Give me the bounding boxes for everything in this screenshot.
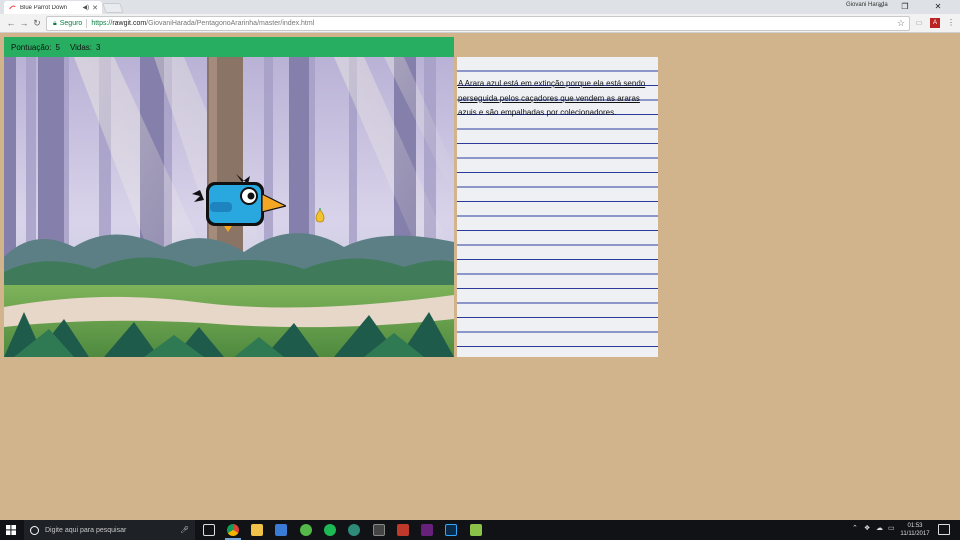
taskbar-search[interactable]: Digite aqui para pesquisar 🎤︎ <box>24 520 195 540</box>
task-view-icon[interactable] <box>203 524 215 536</box>
lives-label: Vidas: <box>69 42 93 52</box>
window-close-icon[interactable]: ✕ <box>918 0 958 14</box>
taskbar: Digite aqui para pesquisar 🎤︎ ⌃ ❖ ☁ ▭ 01… <box>0 520 960 540</box>
app-teal-icon[interactable] <box>348 524 360 536</box>
url-scheme: https:// <box>91 20 113 27</box>
new-tab-button[interactable] <box>102 3 124 13</box>
tray-dropbox-icon[interactable]: ❖ <box>864 524 870 532</box>
bookmark-star-icon[interactable]: ☆ <box>897 18 905 29</box>
chrome-icon[interactable] <box>227 524 239 536</box>
search-placeholder: Digite aqui para pesquisar <box>45 526 127 534</box>
notepad-icon[interactable] <box>470 524 482 536</box>
info-text-underlined: A Arara azul está em extinção porque ela… <box>458 79 646 103</box>
tab-close-icon[interactable]: ✕ <box>92 4 98 12</box>
file-explorer-icon[interactable] <box>251 524 263 536</box>
url-path: /GiovaniHarada/PentagonoArarinha/master/… <box>146 20 315 27</box>
photoshop-icon[interactable] <box>445 524 457 536</box>
cortana-icon <box>30 525 39 535</box>
windows-start-icon[interactable] <box>6 525 16 535</box>
tab-title: Blue Parrot Down <box>20 4 68 11</box>
app-red-icon[interactable] <box>397 524 409 536</box>
tray-network-icon[interactable]: ▭ <box>888 524 895 532</box>
tray-cloud-icon[interactable]: ☁ <box>876 524 883 532</box>
score-bar: Pontuação: 5 Vidas: 3 <box>4 37 454 57</box>
address-separator <box>86 19 88 28</box>
lock-icon: 🔒︎ <box>53 19 57 27</box>
clock-date: 11/11/2017 <box>900 531 930 537</box>
taskbar-clock[interactable]: 01:53 11/11/2017 <box>898 522 932 538</box>
terminal-icon[interactable] <box>373 524 385 536</box>
score-value: 5 <box>55 42 60 52</box>
spotify-icon[interactable] <box>324 524 336 536</box>
parrot-sprite <box>192 174 286 232</box>
back-icon[interactable]: ← <box>5 17 17 29</box>
app-green-icon[interactable] <box>300 524 312 536</box>
browser-tab-strip: Blue Parrot Down ◀) ✕ Giovani Harada – ❐… <box>0 0 960 14</box>
visual-studio-icon[interactable] <box>421 524 433 536</box>
info-notebook: A Arara azul está em extinção porque ela… <box>457 57 658 357</box>
menu-icon[interactable]: ⋮ <box>946 18 956 28</box>
address-bar[interactable]: 🔒︎ Seguro https:// rawgit.com /GiovaniHa… <box>46 16 910 31</box>
maximize-icon[interactable]: ❐ <box>894 0 916 14</box>
minimize-icon[interactable]: – <box>870 0 892 14</box>
browser-tab[interactable]: Blue Parrot Down ◀) ✕ <box>4 1 102 14</box>
info-text-plain: azuis e são empalhadas por colecionadore… <box>458 108 617 117</box>
pdf-extension-icon[interactable]: A <box>930 18 940 28</box>
favicon-icon <box>9 5 16 10</box>
store-icon[interactable] <box>275 524 287 536</box>
microphone-icon[interactable]: 🎤︎ <box>180 526 189 534</box>
tab-audio-icon[interactable]: ◀) <box>83 4 90 11</box>
notification-icon[interactable] <box>938 524 950 535</box>
security-label: Seguro <box>59 20 83 27</box>
url-host: rawgit.com <box>112 20 147 27</box>
lives-value: 3 <box>96 42 101 52</box>
pear-icon <box>315 208 325 223</box>
browser-toolbar: ← → ↻ 🔒︎ Seguro https:// rawgit.com /Gio… <box>0 14 960 33</box>
info-text: A Arara azul está em extinção porque ela… <box>458 77 654 121</box>
forward-icon[interactable]: → <box>18 17 30 29</box>
tray-chevron-icon[interactable]: ⌃ <box>852 524 858 532</box>
extension-icon[interactable]: ▭ <box>914 18 924 28</box>
clock-time: 01:53 <box>907 523 923 529</box>
game-canvas[interactable] <box>4 57 454 357</box>
score-label: Pontuação: <box>11 42 52 52</box>
reload-icon[interactable]: ↻ <box>31 17 43 29</box>
